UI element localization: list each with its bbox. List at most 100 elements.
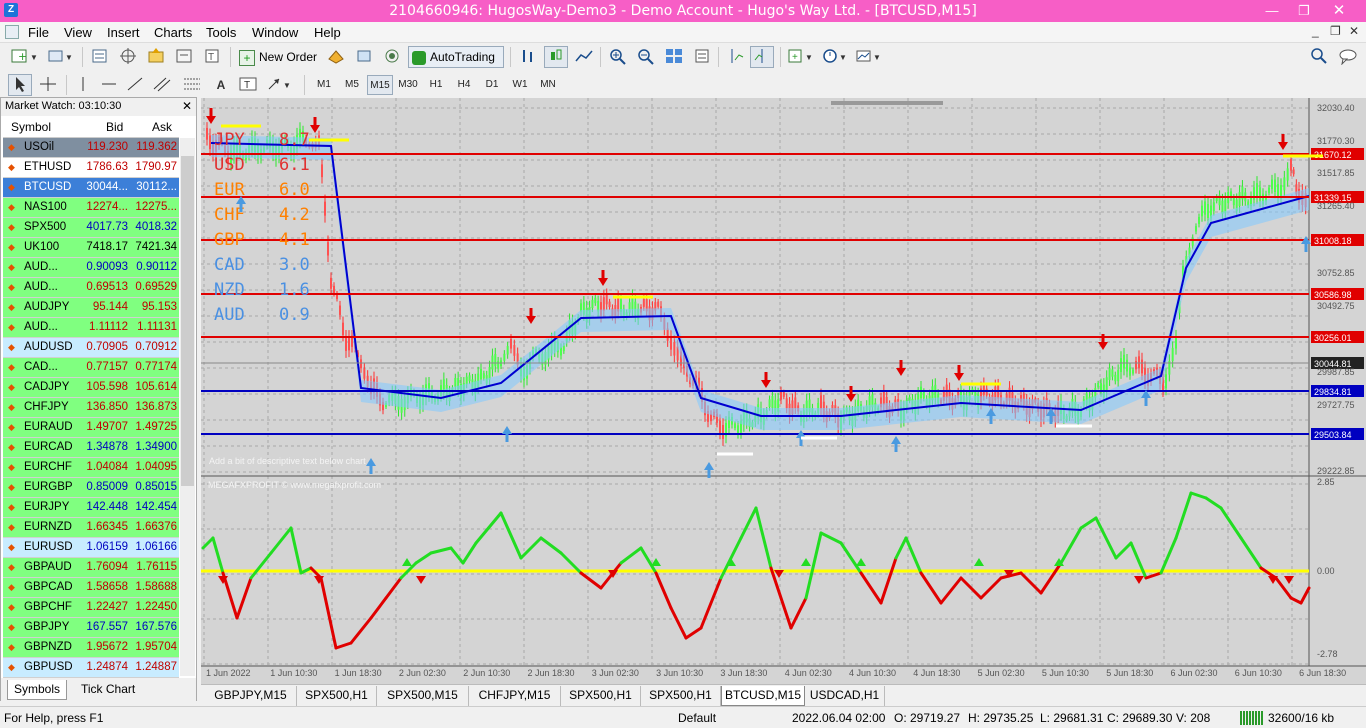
minimize-icon[interactable]: — [1258, 1, 1286, 21]
timeframe-m30[interactable]: M30 [395, 75, 421, 95]
symbol-row[interactable]: ◆ EURCAD 1.34878 1.34900 [3, 438, 179, 458]
timeframe-h4[interactable]: H4 [451, 75, 477, 95]
timeframe-m1[interactable]: M1 [311, 75, 337, 95]
periods-icon[interactable]: ▼ [820, 46, 850, 68]
symbol-row[interactable]: ◆ GBPCAD 1.58658 1.58688 [3, 578, 179, 598]
child-minimize-icon[interactable]: _ [1312, 24, 1319, 38]
cursor-icon[interactable] [8, 74, 32, 96]
navigator-icon[interactable] [144, 46, 168, 68]
symbol-row[interactable]: ◆ EURUSD 1.06159 1.06166 [3, 538, 179, 558]
symbol-row[interactable]: ◆ GBPCHF 1.22427 1.22450 [3, 598, 179, 618]
templates-icon[interactable]: ▼ [854, 46, 884, 68]
zoom-out-icon[interactable] [634, 46, 658, 68]
tile-windows-icon[interactable] [662, 46, 686, 68]
market-watch-scrollbar[interactable] [180, 138, 195, 676]
terminal-icon[interactable] [172, 46, 196, 68]
timeframe-d1[interactable]: D1 [479, 75, 505, 95]
indicators-icon[interactable]: + ▼ [786, 46, 816, 68]
text-label-icon[interactable]: T [236, 74, 260, 96]
symbol-row[interactable]: ◆ EURJPY 142.448 142.454 [3, 498, 179, 518]
menu-insert[interactable]: Insert [107, 25, 140, 40]
scrollbar-thumb[interactable] [181, 156, 194, 486]
symbol-row[interactable]: ◆ GBPUSD 1.24874 1.24887 [3, 658, 179, 678]
chart-tab[interactable]: CHFJPY,M15 [469, 686, 561, 706]
timeframe-m15[interactable]: M15 [367, 75, 393, 95]
symbol-row[interactable]: ◆ CHFJPY 136.850 136.873 [3, 398, 179, 418]
autotrading-button[interactable]: AutoTrading [408, 46, 504, 68]
strategy-tester-icon[interactable]: T [200, 46, 224, 68]
chart-tab[interactable]: SPX500,M15 [377, 686, 469, 706]
chart-shift-icon[interactable] [724, 46, 748, 68]
menu-charts[interactable]: Charts [154, 25, 192, 40]
symbol-row[interactable]: ◆ AUDUSD 0.70905 0.70912 [3, 338, 179, 358]
symbol-row[interactable]: ◆ AUDJPY 95.144 95.153 [3, 298, 179, 318]
symbol-row[interactable]: ◆ AUD... 1.11112 1.11131 [3, 318, 179, 338]
radio-signal-icon[interactable] [380, 46, 404, 68]
chart-window[interactable]: 31670.12 31339.15 31008.18 30586.98 30256.01… [201, 98, 1366, 684]
text-tool-icon[interactable]: A [210, 74, 232, 96]
menu-file[interactable]: File [28, 25, 49, 40]
timeframe-w1[interactable]: W1 [507, 75, 533, 95]
timeframe-m5[interactable]: M5 [339, 75, 365, 95]
chart-doc-icon[interactable] [5, 25, 19, 39]
timeframe-h1[interactable]: H1 [423, 75, 449, 95]
menu-window[interactable]: Window [252, 25, 298, 40]
channel-icon[interactable] [150, 74, 174, 96]
arrows-icon[interactable]: ▼ [264, 74, 294, 96]
chart-tab[interactable]: SPX500,H1 [297, 686, 377, 706]
chart-tab[interactable]: GBPJPY,M15 [205, 686, 297, 706]
chart-tab[interactable]: SPX500,H1 [641, 686, 721, 706]
symbol-row[interactable]: ◆ EURGBP 0.85009 0.85015 [3, 478, 179, 498]
symbol-row[interactable]: ◆ BTCUSD 30044... 30112... [3, 178, 179, 198]
child-close-icon[interactable]: ✕ [1349, 24, 1359, 38]
data-window-icon[interactable] [116, 46, 140, 68]
trendline-icon[interactable] [124, 74, 146, 96]
profiles-icon[interactable]: ▼ [46, 46, 76, 68]
symbol-row[interactable]: ◆ SPX500 4017.73 4018.32 [3, 218, 179, 238]
chart-tab[interactable]: USDCAD,H1 [805, 686, 885, 706]
symbol-row[interactable]: ◆ USOil 119.230 119.362 [3, 138, 179, 158]
vertical-line-icon[interactable] [72, 74, 94, 96]
child-restore-icon[interactable]: ❐ [1330, 24, 1341, 38]
connection-bars-icon[interactable] [1240, 711, 1264, 725]
expert-advisors-icon[interactable] [324, 46, 348, 68]
symbol-row[interactable]: ◆ ETHUSD 1786.63 1790.97 [3, 158, 179, 178]
fibonacci-icon[interactable] [180, 74, 204, 96]
menu-help[interactable]: Help [314, 25, 341, 40]
symbol-row[interactable]: ◆ EURNZD 1.66345 1.66376 [3, 518, 179, 538]
tab-symbols[interactable]: Symbols [7, 680, 68, 700]
chart-tab[interactable]: SPX500,H1 [561, 686, 641, 706]
menu-tools[interactable]: Tools [206, 25, 236, 40]
chart-properties-icon[interactable] [690, 46, 714, 68]
btcusd-chart[interactable]: 31670.1231339.1531008.1830586.9830256.01… [201, 98, 1366, 684]
close-icon[interactable]: ✕ [1325, 1, 1353, 21]
bar-chart-icon[interactable] [516, 46, 540, 68]
col-symbol[interactable]: Symbol [11, 120, 51, 134]
new-chart-icon[interactable]: + ▼ [8, 46, 42, 68]
crosshair-icon[interactable] [36, 74, 60, 96]
symbol-row[interactable]: ◆ AUD... 0.90093 0.90112 [3, 258, 179, 278]
symbol-row[interactable]: ◆ GBPAUD 1.76094 1.76115 [3, 558, 179, 578]
line-chart-icon[interactable] [572, 46, 596, 68]
symbol-row[interactable]: ◆ NAS100 12274... 12275... [3, 198, 179, 218]
market-watch-icon[interactable] [88, 46, 112, 68]
symbol-row[interactable]: ◆ AUD... 0.69513 0.69529 [3, 278, 179, 298]
candlestick-icon[interactable] [544, 46, 568, 68]
chat-icon[interactable] [1336, 46, 1360, 68]
close-panel-icon[interactable]: ✕ [182, 99, 192, 113]
symbol-row[interactable]: ◆ UK100 7418.17 7421.34 [3, 238, 179, 258]
symbol-row[interactable]: ◆ EURAUD 1.49707 1.49725 [3, 418, 179, 438]
timeframe-mn[interactable]: MN [535, 75, 561, 95]
zoom-in-icon[interactable] [606, 46, 630, 68]
symbol-row[interactable]: ◆ CADJPY 105.598 105.614 [3, 378, 179, 398]
restore-icon[interactable]: ❐ [1290, 1, 1318, 21]
symbol-row[interactable]: ◆ GBPNZD 1.95672 1.95704 [3, 638, 179, 658]
new-order-button[interactable]: + New Order [236, 46, 320, 68]
signals-icon[interactable] [352, 46, 376, 68]
symbol-row[interactable]: ◆ GBPJPY 167.557 167.576 [3, 618, 179, 638]
chart-tab[interactable]: BTCUSD,M15 [721, 686, 805, 706]
auto-scroll-icon[interactable] [750, 46, 774, 68]
symbol-row[interactable]: ◆ EURCHF 1.04084 1.04095 [3, 458, 179, 478]
horizontal-line-icon[interactable] [98, 74, 120, 96]
search-icon[interactable] [1308, 46, 1330, 68]
